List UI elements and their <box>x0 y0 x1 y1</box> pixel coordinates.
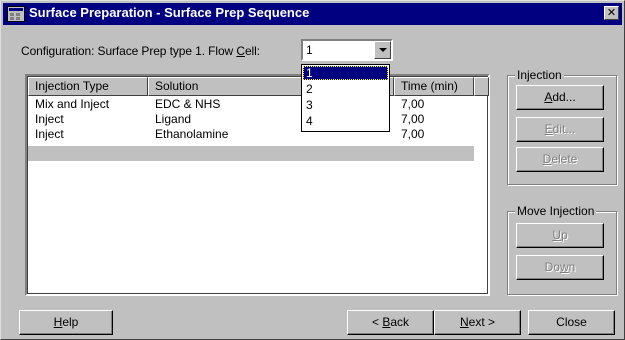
column-header-filler <box>474 77 489 96</box>
table-row[interactable]: Inject Ethanolamine 7,00 <box>28 127 474 142</box>
column-header-time[interactable]: Time (min) <box>394 77 474 96</box>
injection-group-title: Injection <box>515 68 564 82</box>
app-window-icon <box>7 6 25 22</box>
chevron-down-icon[interactable] <box>374 41 391 59</box>
table-header: Injection Type Solution Time (min) <box>28 77 489 97</box>
cell-time: 7,00 <box>401 127 425 141</box>
cell-injection-type: Inject <box>35 112 64 126</box>
move-up-button[interactable]: Up <box>516 223 604 248</box>
back-button[interactable]: < Back <box>347 310 434 335</box>
cell-time: 7,00 <box>401 112 425 126</box>
cell-solution: Ligand <box>155 112 192 126</box>
column-header-injection-type[interactable]: Injection Type <box>28 77 148 96</box>
help-button[interactable]: Help <box>19 310 113 335</box>
cell-injection-type: Mix and Inject <box>35 97 110 111</box>
delete-injection-button[interactable]: Delete <box>516 147 604 172</box>
cell-time: 7,00 <box>401 97 425 111</box>
close-icon: ✕ <box>606 6 617 19</box>
close-window-button[interactable]: ✕ <box>604 6 619 20</box>
table-row[interactable]: Inject Ligand 7,00 <box>28 112 474 127</box>
cell-injection-type: Inject <box>35 127 64 141</box>
window-title: Surface Preparation - Surface Prep Seque… <box>29 5 310 20</box>
empty-table-row[interactable] <box>28 146 474 161</box>
edit-injection-button[interactable]: Edit... <box>516 117 604 142</box>
flow-cell-option[interactable]: 4 <box>303 114 388 128</box>
flow-cell-option[interactable]: 2 <box>303 82 388 96</box>
cell-solution: Ethanolamine <box>155 127 229 141</box>
injection-table[interactable]: Injection Type Solution Time (min) Mix a… <box>25 74 490 296</box>
move-injection-group-title: Move Injection <box>515 204 597 218</box>
cell-solution: EDC & NHS <box>155 97 221 111</box>
configuration-label: Configuration: Surface Prep type 1. Flow… <box>21 44 260 58</box>
flow-cell-option[interactable]: 3 <box>303 98 388 112</box>
close-button[interactable]: Close <box>528 310 615 335</box>
next-button[interactable]: Next > <box>434 310 521 335</box>
table-row[interactable]: Mix and Inject EDC & NHS 7,00 <box>28 97 474 112</box>
flow-cell-option[interactable]: 1 <box>303 66 388 80</box>
add-injection-button[interactable]: Add... <box>516 85 604 110</box>
flow-cell-dropdown-list[interactable]: 1 2 3 4 <box>301 64 390 132</box>
title-bar[interactable]: Surface Preparation - Surface Prep Seque… <box>3 3 622 25</box>
flow-cell-select[interactable]: 1 <box>301 39 393 61</box>
flow-cell-value: 1 <box>306 43 313 57</box>
move-down-button[interactable]: Down <box>516 255 604 280</box>
dialog-window: Surface Preparation - Surface Prep Seque… <box>0 0 625 340</box>
